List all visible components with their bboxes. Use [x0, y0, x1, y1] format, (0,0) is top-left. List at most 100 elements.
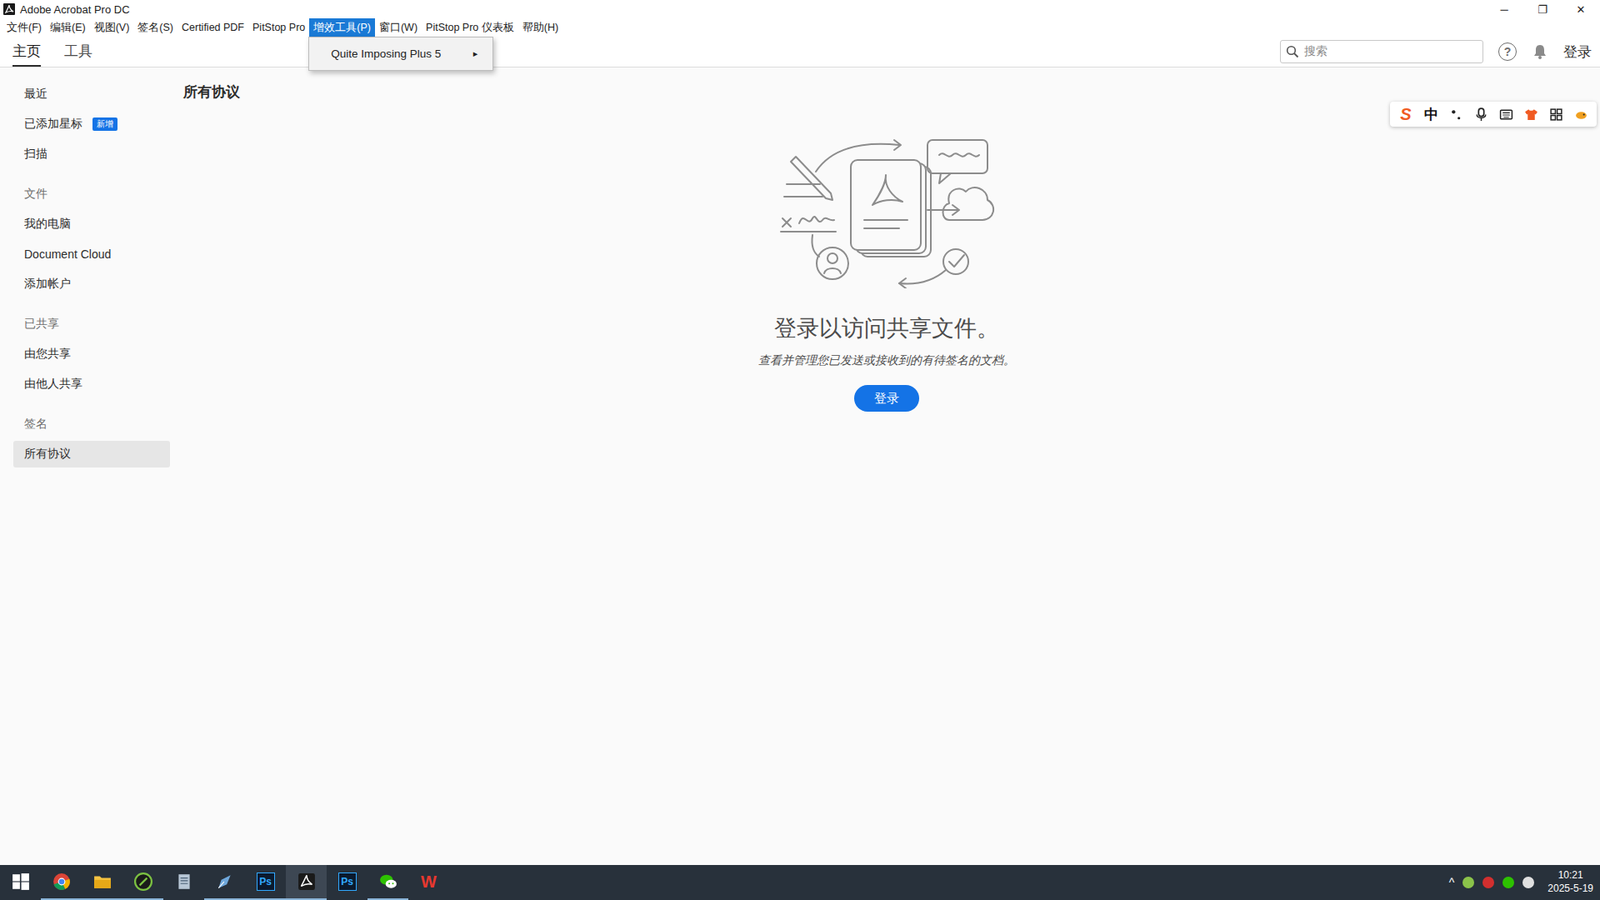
clock-date: 2025-5-19	[1547, 882, 1594, 896]
magnifier-icon	[1285, 45, 1300, 59]
sidebar-section-title: 签名	[0, 409, 174, 440]
sidebar-item[interactable]: 扫描	[13, 139, 170, 170]
sidebar-item[interactable]: Document Cloud	[13, 239, 170, 270]
window-controls: ─❐✕	[1485, 3, 1600, 16]
bell-icon[interactable]	[1531, 43, 1549, 60]
sidebar-section-title: 已共享	[0, 309, 174, 340]
sidebar-item[interactable]: 由他人共享	[13, 369, 170, 400]
menu-item[interactable]: 签名(S)	[133, 18, 178, 37]
taskbar-app[interactable]: Ps	[326, 865, 368, 900]
taskbar-app[interactable]	[367, 865, 409, 900]
ime-button[interactable]	[1521, 105, 1540, 124]
sidebar-item[interactable]: 已添加星标新增	[13, 109, 170, 140]
login-button[interactable]: 登录	[854, 385, 920, 412]
new-badge: 新增	[92, 117, 118, 131]
menu-item[interactable]: 增效工具(P)Quite Imposing Plus 5▸	[309, 18, 375, 37]
taskbar-app[interactable]	[163, 865, 205, 900]
dropdown-menu: Quite Imposing Plus 5▸	[308, 36, 494, 71]
ime-button[interactable]: S	[1396, 105, 1415, 124]
main-panel: 所有协议登录以访问共享文件。查看并管理您已发送或接收到的有待签名的文档。登录S中	[173, 67, 1600, 865]
menu-item[interactable]: 视图(V)	[90, 18, 135, 37]
taskbar: Ps Ps W ^ 10:212025-5-19	[0, 865, 1600, 900]
help-icon[interactable]: ?	[1498, 42, 1517, 61]
grid-icon	[1549, 107, 1564, 122]
toolbar-right: 搜索? 登录	[1280, 40, 1592, 64]
photoshop-icon: Ps	[256, 872, 275, 891]
pen-tool-icon	[215, 872, 235, 891]
taskbar-app[interactable]	[40, 865, 82, 900]
ime-button[interactable]	[1546, 105, 1565, 124]
sidebar-item[interactable]: 所有协议	[13, 440, 170, 468]
taskbar-app[interactable]	[81, 865, 123, 900]
window-control-button[interactable]: ─	[1485, 3, 1524, 16]
punctuation-icon	[1449, 107, 1464, 122]
menu-item[interactable]: 编辑(E)	[45, 18, 90, 37]
wechat-icon	[379, 872, 398, 891]
title-bar: Adobe Acrobat Pro DC ─❐✕	[0, 0, 1600, 19]
empty-state: 登录以访问共享文件。查看并管理您已发送或接收到的有待签名的文档。登录	[183, 138, 1590, 412]
sidebar-item[interactable]: 由您共享	[13, 339, 170, 370]
tray-app-icon[interactable]	[1522, 876, 1535, 889]
sidebar-group: 已共享由您共享由他人共享	[0, 309, 174, 400]
window-control-button[interactable]: ✕	[1561, 3, 1600, 16]
tray-expand-button[interactable]: ^	[1449, 875, 1455, 890]
window-title: Adobe Acrobat Pro DC	[20, 3, 130, 16]
tray-app-icon[interactable]	[1482, 876, 1495, 889]
sogou-logo-icon: S	[1400, 105, 1411, 125]
menu-item[interactable]: Certified PDF	[177, 18, 249, 37]
submenu-arrow-icon: ▸	[473, 48, 479, 60]
clock-time: 10:21	[1558, 869, 1584, 883]
acrobat-window: Adobe Acrobat Pro DC─❐✕文件(F)编辑(E)视图(V)签名…	[0, 0, 1600, 900]
taskbar-app[interactable]	[285, 865, 327, 900]
sidebar-group: 文件我的电脑Document Cloud添加帐户	[0, 179, 174, 300]
taskbar-app[interactable]	[122, 865, 164, 900]
menu-item[interactable]: PitStop Pro	[248, 18, 310, 37]
sidebar-item[interactable]: 我的电脑	[13, 209, 170, 240]
taskbar-app[interactable]: W	[408, 865, 450, 900]
ime-button[interactable]	[1471, 105, 1490, 124]
taskbar-app[interactable]	[204, 865, 245, 900]
menu-bar: 文件(F)编辑(E)视图(V)签名(S)Certified PDFPitStop…	[0, 18, 1600, 37]
notepad-icon	[175, 872, 194, 891]
sidebar-item[interactable]: 最近	[13, 79, 170, 110]
file-explorer-icon	[93, 872, 112, 891]
ime-button[interactable]	[1496, 105, 1515, 124]
sidebar-item[interactable]: 添加帐户	[13, 269, 170, 300]
photoshop-icon: Ps	[338, 872, 357, 891]
search-placeholder: 搜索	[1304, 44, 1328, 60]
taskbar-app[interactable]	[0, 865, 41, 900]
skin-shirt-icon	[1524, 107, 1539, 122]
coreldraw-icon	[134, 872, 153, 891]
content-area: 最近已添加星标新增扫描文件我的电脑Document Cloud添加帐户已共享由您…	[0, 67, 1600, 865]
system-tray: ^ 10:212025-5-19	[1449, 865, 1600, 900]
tray-app-icon[interactable]	[1462, 876, 1475, 889]
tab[interactable]: 主页	[12, 36, 41, 67]
menu-item[interactable]: PitStop Pro 仪表板	[421, 18, 519, 37]
sidebar-section-title: 文件	[0, 179, 174, 210]
ime-button[interactable]	[1446, 105, 1465, 124]
tab-bar: 主页工具	[12, 36, 93, 67]
chrome-icon	[52, 872, 71, 891]
mascot-icon	[1574, 107, 1589, 122]
taskbar-app[interactable]: Ps	[245, 865, 286, 900]
tray-app-icon[interactable]	[1502, 876, 1515, 889]
menu-item[interactable]: 窗口(W)	[375, 18, 422, 37]
sidebar: 最近已添加星标新增扫描文件我的电脑Document Cloud添加帐户已共享由您…	[0, 67, 174, 865]
menu-item[interactable]: 帮助(H)	[518, 18, 563, 37]
microphone-icon	[1474, 107, 1489, 122]
menu-item[interactable]: 文件(F)	[2, 18, 46, 37]
tab[interactable]: 工具	[64, 36, 93, 67]
sign-in-link[interactable]: 登录	[1563, 42, 1592, 62]
taskbar-apps: Ps Ps W	[0, 865, 450, 900]
ime-button[interactable]: 中	[1421, 105, 1440, 124]
clock[interactable]: 10:212025-5-19	[1542, 869, 1594, 895]
ime-mode: 中	[1424, 105, 1439, 125]
share-illustration-icon	[774, 138, 1000, 289]
dropdown-item[interactable]: Quite Imposing Plus 5▸	[309, 42, 493, 65]
empty-message: 登录以访问共享文件。	[774, 313, 1000, 344]
keyboard-icon	[1499, 107, 1514, 122]
wps-icon: W	[420, 872, 437, 892]
ime-button[interactable]	[1571, 105, 1590, 124]
window-control-button[interactable]: ❐	[1523, 3, 1562, 16]
search-field[interactable]: 搜索	[1280, 40, 1484, 64]
